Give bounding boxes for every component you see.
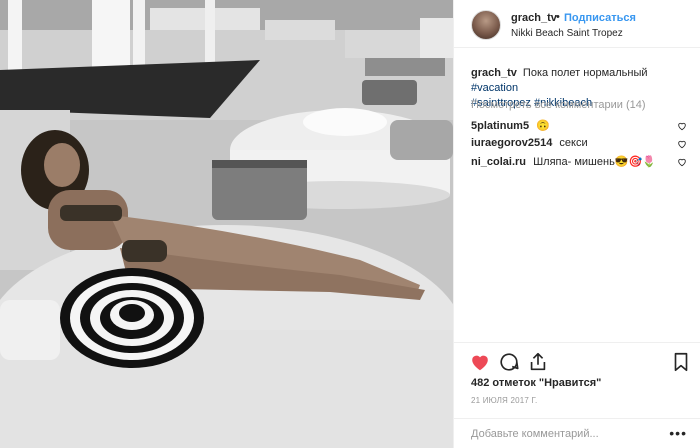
post-sidebar: grach_tv • Подписаться Nikki Beach Saint… [453,0,700,448]
share-icon[interactable] [527,351,549,373]
heart-icon[interactable] [677,139,687,149]
post-photo[interactable] [0,0,453,448]
action-bar [454,342,700,376]
separator-dot: • [556,11,560,23]
comment: ni_colai.ru Шляпа- мишень😎🎯🌷 [471,155,695,169]
comment-username[interactable]: 5platinum5 [471,120,529,132]
comment: iuraegorov2514 секси [471,137,695,151]
caption-username[interactable]: grach_tv [471,67,517,79]
heart-icon[interactable] [677,157,687,167]
comment-text: 🙃 [536,120,550,132]
comment-username[interactable]: ni_colai.ru [471,156,526,168]
comment: 5platinum5 🙃 [471,119,695,133]
post-date: 21 ИЮЛЯ 2017 Г. [471,396,538,405]
instagram-post: grach_tv • Подписаться Nikki Beach Saint… [0,0,700,448]
comment-username[interactable]: iuraegorov2514 [471,137,552,149]
header-username[interactable]: grach_tv [511,12,557,24]
add-comment-input[interactable] [471,426,671,442]
add-comment-bar: ••• [454,418,700,448]
hashtag-vacation[interactable]: #vacation [471,82,518,94]
likes-count[interactable]: 482 отметок "Нравится" [471,377,601,389]
comment-icon[interactable] [498,351,520,373]
bookmark-icon[interactable] [670,351,692,373]
heart-icon[interactable] [677,121,687,131]
location-link[interactable]: Nikki Beach Saint Tropez [511,28,623,39]
view-all-comments-link[interactable]: Посмотреть все комментарии (14) [471,99,646,111]
comment-text: секси [559,137,588,149]
avatar[interactable] [471,10,501,40]
more-options-button[interactable]: ••• [669,425,687,441]
caption-text: Пока полет нормальный [522,67,648,79]
post-header: grach_tv • Подписаться Nikki Beach Saint… [454,0,700,48]
comment-text: Шляпа- мишень😎🎯🌷 [533,156,656,168]
heart-icon[interactable] [469,351,491,373]
beach-photo-illustration [0,0,453,448]
follow-button[interactable]: Подписаться [564,12,636,24]
